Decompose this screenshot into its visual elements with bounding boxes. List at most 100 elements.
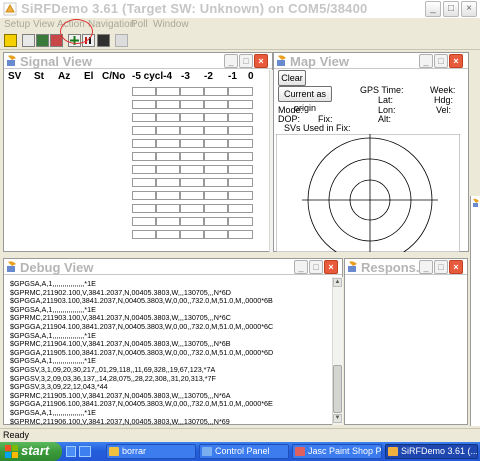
signal-cell — [228, 100, 253, 109]
map-view-close-button[interactable]: × — [449, 54, 463, 68]
save-disk-icon[interactable] — [97, 34, 110, 47]
task-paint-shop-pro[interactable]: Jasc Paint Shop Pro — [292, 444, 382, 459]
column-st: St — [34, 71, 44, 82]
signal-cell — [180, 87, 204, 96]
signal-cell — [132, 87, 156, 96]
quick-launch-desktop-icon[interactable] — [79, 446, 91, 457]
signal-cell — [132, 191, 156, 200]
debug-view-scrollbar[interactable]: ▲ ▼ — [332, 277, 343, 425]
signal-cell — [132, 126, 156, 135]
week-label: Week: — [430, 85, 456, 95]
control-panel-icon — [202, 447, 212, 456]
current-as-origin-button[interactable]: Current as origin — [278, 86, 332, 113]
scroll-down-icon[interactable]: ▼ — [333, 414, 342, 423]
start-button[interactable]: start — [0, 442, 62, 461]
scroll-up-icon[interactable]: ▲ — [333, 278, 342, 287]
signal-view-titlebar[interactable]: Signal View _ □ × — [4, 53, 272, 69]
column-cycle-3: -3 — [181, 71, 190, 82]
task-borrar[interactable]: borrar — [106, 444, 196, 459]
signal-cell — [180, 165, 204, 174]
signal-cell — [228, 113, 253, 122]
window-doc-icon — [348, 261, 357, 272]
response-view-minimize-button[interactable]: _ — [419, 260, 433, 274]
signal-cell — [132, 204, 156, 213]
response-view-titlebar[interactable]: Respons... _ □ × — [345, 259, 467, 275]
response-view-maximize-button[interactable]: □ — [434, 260, 448, 274]
status-text: Ready — [3, 430, 30, 440]
map-view-titlebar[interactable]: Map View _ □ × — [274, 53, 468, 69]
window-doc-icon — [277, 55, 286, 66]
column-cno: C/No — [102, 71, 126, 82]
map-view-maximize-button[interactable]: □ — [434, 54, 448, 68]
signal-cell — [204, 126, 228, 135]
signal-cell — [156, 113, 180, 122]
quick-launch-ie-icon[interactable] — [66, 446, 76, 457]
debug-view-minimize-button[interactable]: _ — [294, 260, 308, 274]
signal-cell — [204, 152, 228, 161]
task-label: SiRFDemo 3.61 (... — [401, 446, 478, 456]
signal-cell — [156, 191, 180, 200]
signal-cell — [180, 139, 204, 148]
map-view-title: Map View — [290, 54, 350, 69]
signal-cell — [132, 165, 156, 174]
menu-view[interactable]: View — [33, 19, 55, 30]
menu-setup[interactable]: Setup — [4, 19, 30, 30]
column-cycle-1: -1 — [228, 71, 237, 82]
alt-label: Alt: — [378, 114, 392, 124]
scroll-thumb[interactable] — [333, 365, 342, 413]
signal-cell — [132, 178, 156, 187]
signal-cell — [228, 217, 253, 226]
signal-cell — [132, 152, 156, 161]
task-control-panel[interactable]: Control Panel — [199, 444, 289, 459]
signal-cell — [204, 178, 228, 187]
signal-cell — [180, 204, 204, 213]
hidden-window-edge[interactable] — [470, 196, 480, 426]
start-label: start — [21, 443, 50, 458]
app-close-button[interactable]: × — [461, 1, 477, 17]
menu-poll[interactable]: Poll — [131, 19, 148, 30]
debug-view-window: Debug View _ □ × $GPGSA,A,1,,,,,,,,,,,,,… — [3, 258, 343, 425]
response-view-window: Respons... _ □ × — [344, 258, 468, 425]
debug-view-close-button[interactable]: × — [324, 260, 338, 274]
settings-gear-icon[interactable] — [4, 34, 17, 47]
disabled-tool-icon — [115, 34, 128, 47]
debug-view-maximize-button[interactable]: □ — [309, 260, 323, 274]
task-label: Control Panel — [215, 446, 270, 456]
signal-cell — [132, 113, 156, 122]
menu-window[interactable]: Window — [153, 19, 189, 30]
signal-cell — [228, 165, 253, 174]
debug-log-line: $GPRMC,211906.100,V,3841.2037,N,00405.38… — [10, 416, 230, 426]
column-cycle-0: 0 — [248, 71, 254, 82]
window-doc-icon — [7, 261, 16, 272]
gps-time-label: GPS Time: — [360, 85, 404, 95]
clear-button[interactable]: Clear — [278, 70, 306, 86]
task-sirfdemo[interactable]: SiRFDemo 3.61 (... — [385, 444, 478, 459]
signal-cell — [228, 152, 253, 161]
connect-port-icon[interactable] — [36, 34, 49, 47]
signal-cell — [156, 126, 180, 135]
signal-cell — [180, 191, 204, 200]
open-log-icon[interactable] — [22, 34, 35, 47]
signal-cell — [156, 230, 180, 239]
debug-log[interactable]: $GPGSA,A,1,,,,,,,,,,,,,,,,*1E $GPRMC,2119… — [10, 280, 332, 426]
signal-cell — [180, 100, 204, 109]
signal-view-window: Signal View _ □ × SV St Az El C/No -5 cy… — [3, 52, 273, 252]
signal-cell — [204, 230, 228, 239]
signal-cell — [204, 87, 228, 96]
signal-cell — [132, 139, 156, 148]
signal-cell — [204, 165, 228, 174]
signal-view-maximize-button[interactable]: □ — [239, 54, 253, 68]
signal-cell — [156, 87, 180, 96]
column-el: El — [84, 71, 94, 82]
menu-navigation[interactable]: Navigation — [88, 19, 135, 30]
app-title: SiRFDemo 3.61 (Target SW: Unknown) on CO… — [21, 1, 368, 16]
signal-view-close-button[interactable]: × — [254, 54, 268, 68]
debug-view-titlebar[interactable]: Debug View _ □ × — [4, 259, 342, 275]
signal-cell — [180, 113, 204, 122]
map-view-minimize-button[interactable]: _ — [419, 54, 433, 68]
app-maximize-button[interactable]: □ — [443, 1, 459, 17]
task-label: Jasc Paint Shop Pro — [308, 446, 382, 456]
response-view-close-button[interactable]: × — [449, 260, 463, 274]
app-minimize-button[interactable]: _ — [425, 1, 441, 17]
signal-view-minimize-button[interactable]: _ — [224, 54, 238, 68]
